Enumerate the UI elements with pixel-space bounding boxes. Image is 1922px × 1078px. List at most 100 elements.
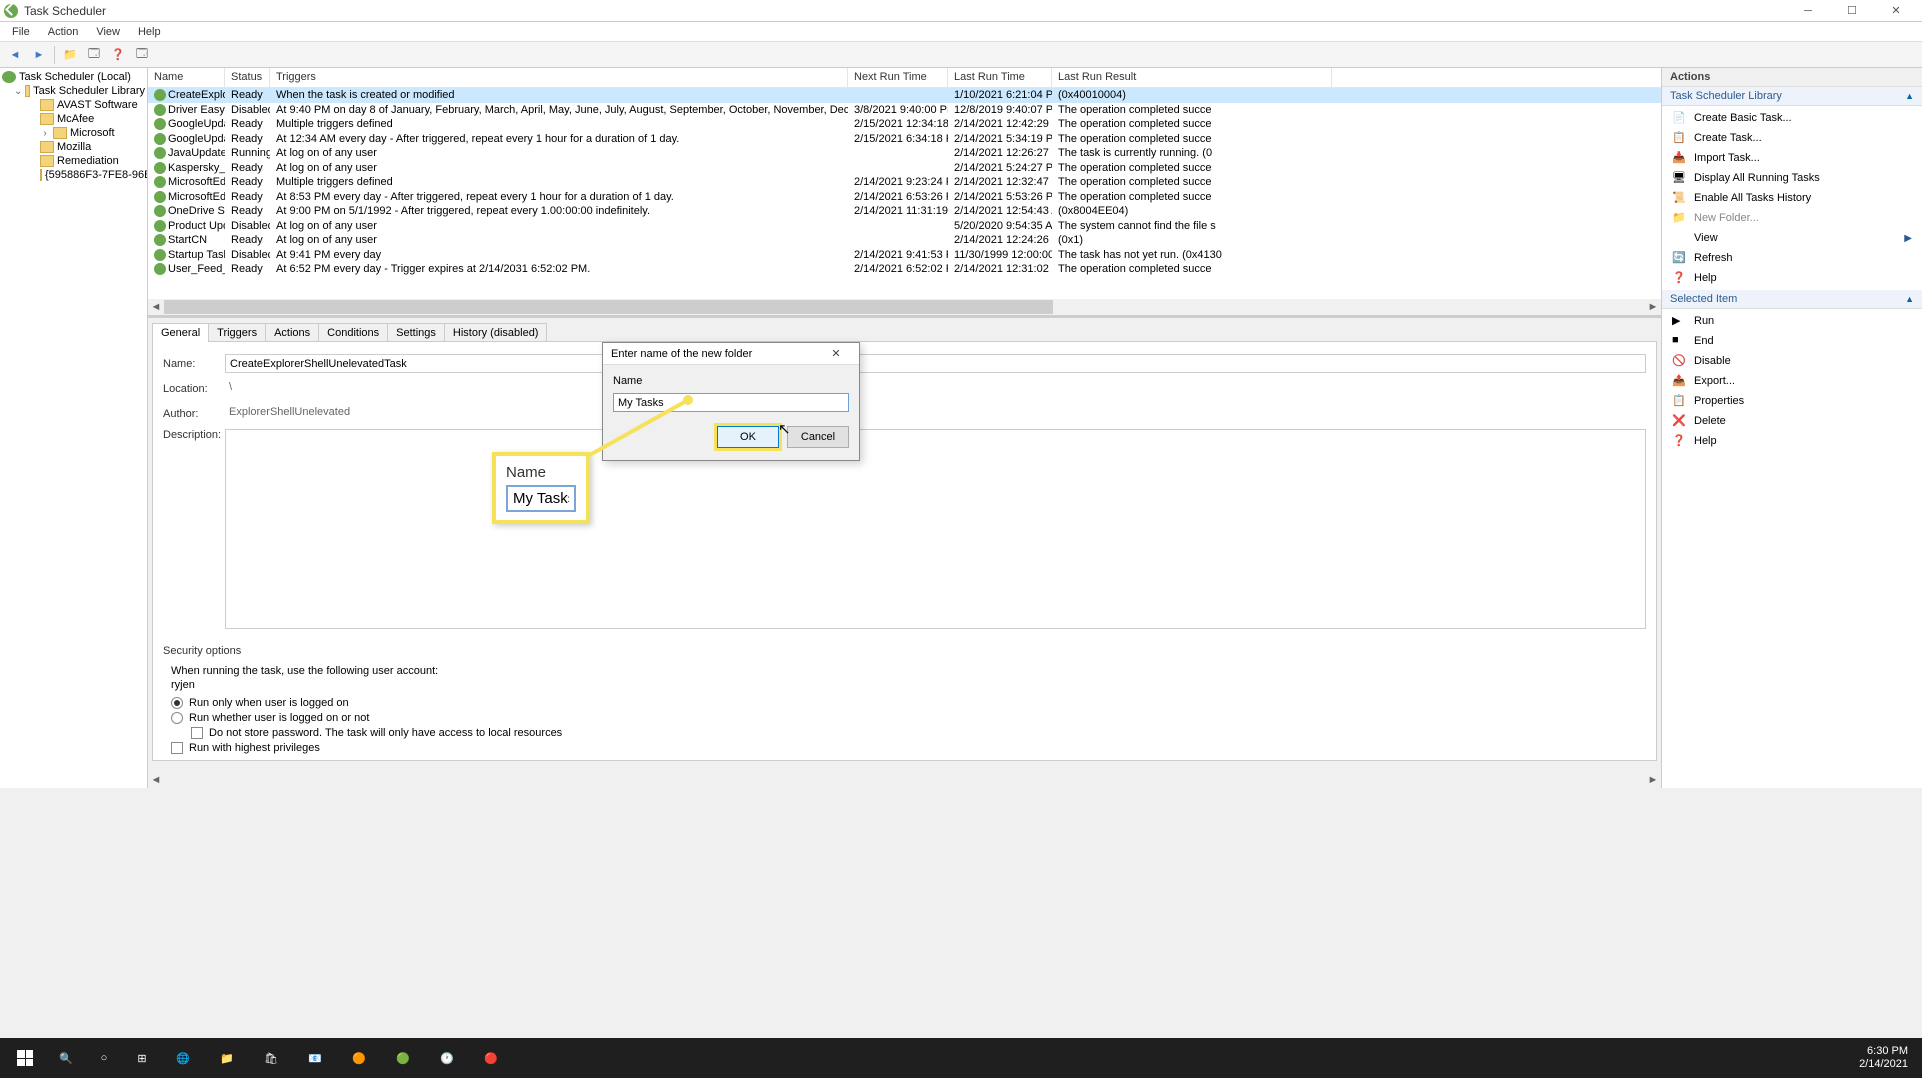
app-icon-1[interactable]: 📧 xyxy=(294,1039,336,1077)
security-title: Security options xyxy=(163,645,1646,657)
action-item[interactable]: 📤Export... xyxy=(1662,371,1922,391)
cancel-button[interactable]: Cancel xyxy=(787,426,849,448)
table-row[interactable]: GoogleUpda...ReadyMultiple triggers defi… xyxy=(148,117,1661,132)
scroll-right-button[interactable]: ► xyxy=(1645,299,1661,315)
tree-item-mcafee[interactable]: McAfee xyxy=(0,112,147,126)
action-item[interactable]: 📜Enable All Tasks History xyxy=(1662,188,1922,208)
tab-general[interactable]: General xyxy=(152,323,209,342)
table-row[interactable]: GoogleUpda...ReadyAt 12:34 AM every day … xyxy=(148,132,1661,147)
action-item[interactable]: 📋Properties xyxy=(1662,391,1922,411)
bottom-scroll[interactable]: ◄ ► xyxy=(148,772,1661,788)
minimize-button[interactable]: ─ xyxy=(1786,1,1830,21)
clock[interactable]: 6:30 PM 2/14/2021 xyxy=(1859,1045,1908,1071)
tool-button-3[interactable]: ❓ xyxy=(107,44,129,66)
scroll-right-button[interactable]: ► xyxy=(1645,772,1661,788)
menu-help[interactable]: Help xyxy=(130,24,169,40)
col-next-run[interactable]: Next Run Time xyxy=(848,68,948,87)
description-box[interactable] xyxy=(225,429,1646,629)
horizontal-scrollbar[interactable]: ◄ ► xyxy=(148,299,1661,315)
scroll-left-button[interactable]: ◄ xyxy=(148,299,164,315)
tree-item-microsoft[interactable]: ›Microsoft xyxy=(0,126,147,140)
maximize-button[interactable]: ☐ xyxy=(1830,1,1874,21)
system-tray[interactable]: 6:30 PM 2/14/2021 xyxy=(1859,1045,1918,1071)
tab-settings[interactable]: Settings xyxy=(387,323,445,342)
col-last-run[interactable]: Last Run Time xyxy=(948,68,1052,87)
check-highest-priv[interactable]: Run with highest privileges xyxy=(171,742,1646,754)
back-button[interactable] xyxy=(4,44,26,66)
menu-action[interactable]: Action xyxy=(40,24,87,40)
forward-button[interactable] xyxy=(28,44,50,66)
table-row[interactable]: JavaUpdateS...RunningAt log on of any us… xyxy=(148,146,1661,161)
table-row[interactable]: StartCNReadyAt log on of any user2/14/20… xyxy=(148,233,1661,248)
close-button[interactable]: ✕ xyxy=(1874,1,1918,21)
start-button[interactable] xyxy=(4,1039,46,1077)
table-row[interactable]: Product Upd...DisabledAt log on of any u… xyxy=(148,219,1661,234)
radio-logged-on[interactable]: Run only when user is logged on xyxy=(171,697,1646,709)
scheduler-taskbar-icon[interactable]: 🕐 xyxy=(426,1039,468,1077)
scroll-left-button[interactable]: ◄ xyxy=(148,772,164,788)
action-item[interactable]: 📄Create Basic Task... xyxy=(1662,108,1922,128)
search-button[interactable]: 🔍 xyxy=(48,1039,84,1077)
tree-item-mozilla[interactable]: Mozilla xyxy=(0,140,147,154)
collapse-icon[interactable]: ▲ xyxy=(1905,294,1914,304)
name-input[interactable] xyxy=(225,354,1646,373)
collapse-icon[interactable]: ▲ xyxy=(1905,91,1914,101)
edge-icon[interactable]: 🌐 xyxy=(162,1039,204,1077)
tree-item-avast[interactable]: AVAST Software xyxy=(0,98,147,112)
tool-button-2[interactable]: 🗔 xyxy=(83,44,105,66)
menu-view[interactable]: View xyxy=(88,24,128,40)
explorer-icon[interactable]: 📁 xyxy=(206,1039,248,1077)
app-icon-3[interactable]: 🔴 xyxy=(470,1039,512,1077)
tree-item-guid[interactable]: {595886F3-7FE8-96BB- xyxy=(0,168,147,182)
tab-actions[interactable]: Actions xyxy=(265,323,319,342)
scroll-thumb[interactable] xyxy=(164,300,1053,314)
table-row[interactable]: Startup TasksDisabledAt 9:41 PM every da… xyxy=(148,248,1661,263)
action-item[interactable]: 📋Create Task... xyxy=(1662,128,1922,148)
scroll-track[interactable] xyxy=(164,299,1645,315)
col-status[interactable]: Status xyxy=(225,68,270,87)
expand-icon[interactable]: ⌄ xyxy=(14,86,22,97)
action-item[interactable]: 🖥Display All Running Tasks xyxy=(1662,168,1922,188)
actions-section-selected[interactable]: Selected Item▲ xyxy=(1662,290,1922,309)
action-item[interactable]: 🔄Refresh xyxy=(1662,248,1922,268)
radio-whether[interactable]: Run whether user is logged on or not xyxy=(171,712,1646,724)
dialog-close-button[interactable]: ✕ xyxy=(821,347,851,360)
table-row[interactable]: MicrosoftEd...ReadyAt 8:53 PM every day … xyxy=(148,190,1661,205)
action-item[interactable]: 🚫Disable xyxy=(1662,351,1922,371)
tab-triggers[interactable]: Triggers xyxy=(208,323,266,342)
action-item[interactable]: ■End xyxy=(1662,331,1922,351)
app-icon-2[interactable]: 🟠 xyxy=(338,1039,380,1077)
tree-item-remediation[interactable]: Remediation xyxy=(0,154,147,168)
tool-button-1[interactable]: 📁 xyxy=(59,44,81,66)
tab-conditions[interactable]: Conditions xyxy=(318,323,388,342)
action-item[interactable]: ▶Run xyxy=(1662,311,1922,331)
table-row[interactable]: User_Feed_S...ReadyAt 6:52 PM every day … xyxy=(148,262,1661,277)
tool-button-4[interactable]: 🗔 xyxy=(131,44,153,66)
task-view-button[interactable]: ⊞ xyxy=(124,1039,160,1077)
chrome-icon[interactable]: 🟢 xyxy=(382,1039,424,1077)
col-triggers[interactable]: Triggers xyxy=(270,68,848,87)
action-item[interactable]: 📥Import Task... xyxy=(1662,148,1922,168)
col-name[interactable]: Name xyxy=(148,68,225,87)
menu-file[interactable]: File xyxy=(4,24,38,40)
action-item[interactable]: ❓Help xyxy=(1662,268,1922,288)
store-icon[interactable]: 🛍 xyxy=(250,1039,292,1077)
col-result[interactable]: Last Run Result xyxy=(1052,68,1332,87)
table-row[interactable]: OneDrive St...ReadyAt 9:00 PM on 5/1/199… xyxy=(148,204,1661,219)
cortana-button[interactable]: ○ xyxy=(86,1039,122,1077)
check-no-password[interactable]: Do not store password. The task will onl… xyxy=(191,727,1646,739)
tree-root[interactable]: Task Scheduler (Local) xyxy=(0,70,147,84)
action-item[interactable]: 📁New Folder... xyxy=(1662,208,1922,228)
tree-library[interactable]: ⌄Task Scheduler Library xyxy=(0,84,147,98)
actions-section-library[interactable]: Task Scheduler Library▲ xyxy=(1662,87,1922,106)
expand-icon[interactable]: › xyxy=(40,128,50,139)
action-item[interactable]: View▶ xyxy=(1662,228,1922,248)
table-row[interactable]: Kaspersky_U...ReadyAt log on of any user… xyxy=(148,161,1661,176)
action-item[interactable]: ❌Delete xyxy=(1662,411,1922,431)
action-item[interactable]: ❓Help xyxy=(1662,431,1922,451)
table-row[interactable]: Driver Easy S...DisabledAt 9:40 PM on da… xyxy=(148,103,1661,118)
ok-button[interactable]: OK xyxy=(717,426,779,448)
table-row[interactable]: CreateExplor...ReadyWhen the task is cre… xyxy=(148,88,1661,103)
tab-history[interactable]: History (disabled) xyxy=(444,323,548,342)
table-row[interactable]: MicrosoftEd...ReadyMultiple triggers def… xyxy=(148,175,1661,190)
